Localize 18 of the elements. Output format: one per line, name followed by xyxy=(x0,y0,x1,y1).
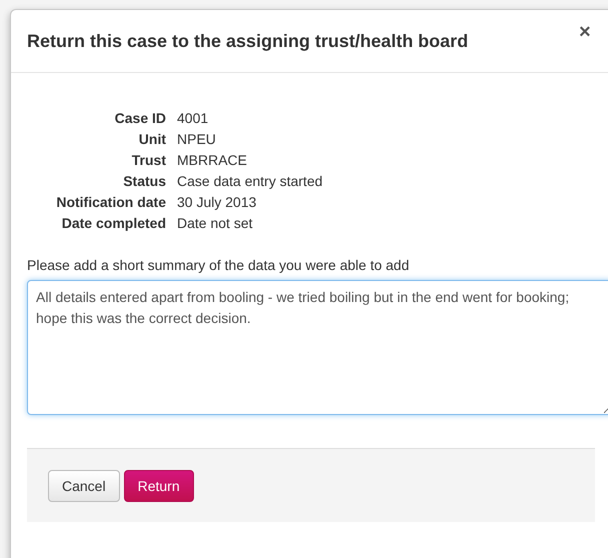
detail-value: Case data entry started xyxy=(177,172,324,190)
summary-label: Please add a short summary of the data you were able to add xyxy=(27,257,410,273)
return-button[interactable]: Return xyxy=(124,470,194,502)
close-button[interactable]: × xyxy=(579,22,591,42)
detail-label: Date completed xyxy=(60,214,166,232)
detail-label: Case ID xyxy=(114,109,166,127)
cancel-button[interactable]: Cancel xyxy=(48,470,120,502)
detail-label: Unit xyxy=(138,130,166,148)
detail-value: 4001 xyxy=(177,109,210,127)
detail-value: Date not set xyxy=(177,214,254,232)
detail-label: Notification date xyxy=(55,193,166,211)
summary-field[interactable]: All details entered apart from booling - we tried boiling but in the end went for booking; hope this was the correct decision. xyxy=(27,280,608,415)
detail-value: MBRRACE xyxy=(177,151,248,169)
detail-value: 30 July 2013 xyxy=(177,193,258,211)
detail-value: NPEU xyxy=(177,130,217,148)
dialog-title: Return this case to the assigning trust/health board xyxy=(27,30,468,52)
detail-label: Status xyxy=(122,172,166,190)
detail-label: Trust xyxy=(130,151,166,169)
